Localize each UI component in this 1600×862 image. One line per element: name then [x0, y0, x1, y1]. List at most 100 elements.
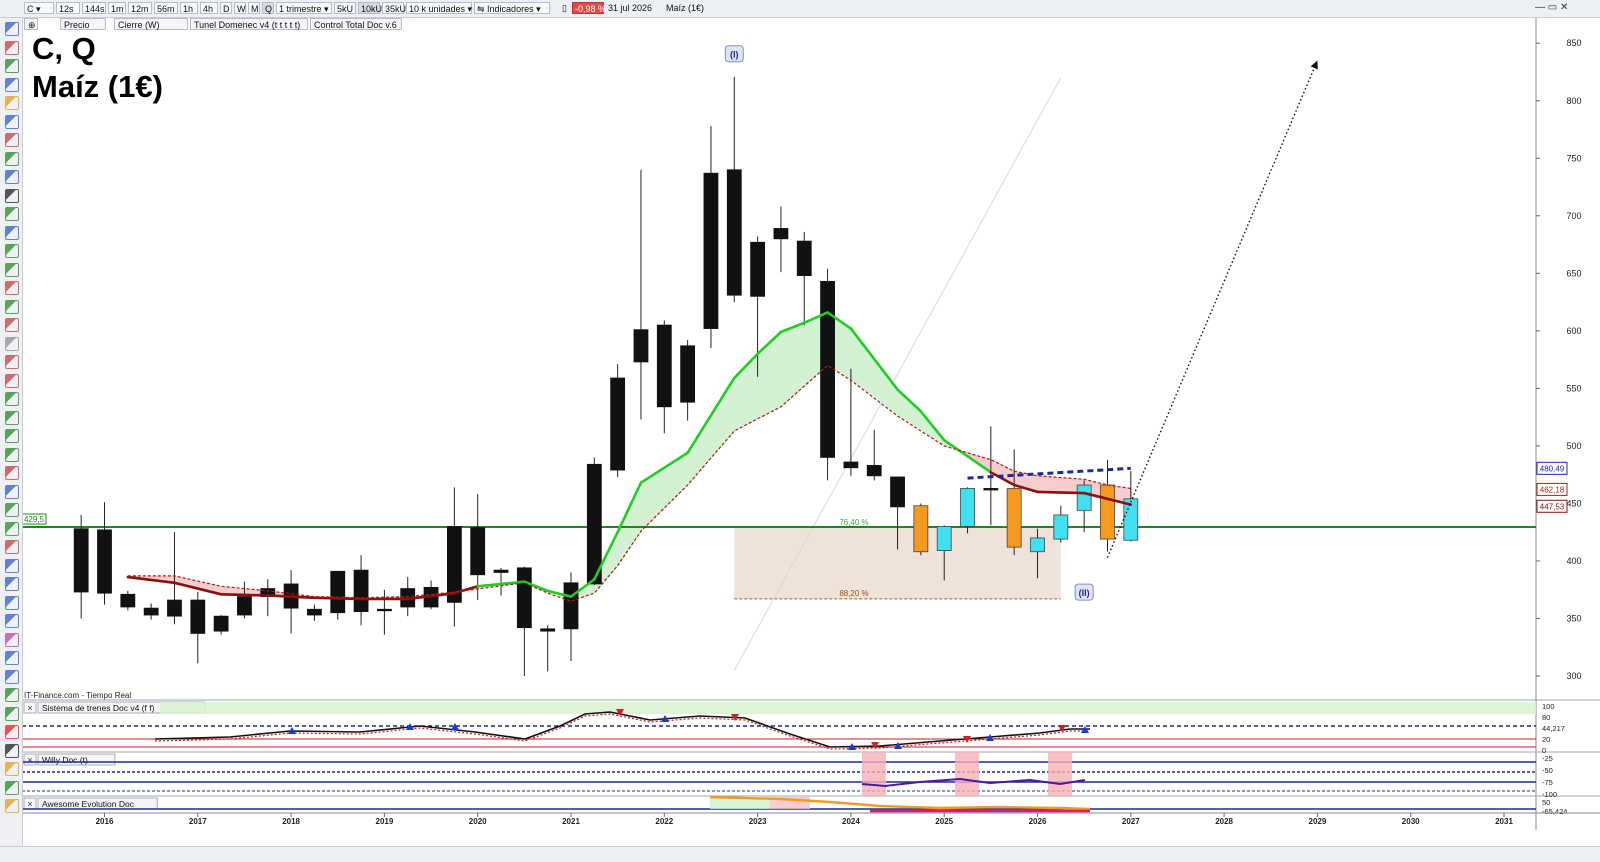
- candle-body[interactable]: [214, 616, 228, 631]
- candle-body[interactable]: [937, 526, 951, 550]
- candle-body[interactable]: [121, 594, 135, 607]
- candle-body[interactable]: [1100, 485, 1114, 539]
- units-10kU[interactable]: 10kU: [358, 2, 380, 14]
- drawing-tool-36-icon[interactable]: [5, 670, 19, 684]
- drawing-tool-19-icon[interactable]: [5, 355, 19, 369]
- candle-body[interactable]: [704, 173, 718, 328]
- timeframe-1m[interactable]: 1m: [108, 2, 126, 14]
- drawing-tool-28-icon[interactable]: [5, 522, 19, 536]
- drawing-tool-37-icon[interactable]: [5, 688, 19, 702]
- candle-body[interactable]: [681, 346, 695, 402]
- drawing-tool-29-icon[interactable]: [5, 540, 19, 554]
- candle-body[interactable]: [167, 600, 181, 616]
- drawing-tool-1-icon[interactable]: [5, 22, 19, 36]
- bottom-scrollbar[interactable]: [0, 846, 1600, 862]
- drawing-tool-7-icon[interactable]: [5, 133, 19, 147]
- timeframe-1h[interactable]: 1h: [180, 2, 198, 14]
- drawing-tool-41-icon[interactable]: [5, 762, 19, 776]
- candle-body[interactable]: [1077, 485, 1091, 510]
- timeframe-12m[interactable]: 12m: [128, 2, 152, 14]
- candle-body[interactable]: [727, 170, 741, 295]
- candle-body[interactable]: [564, 583, 578, 629]
- drawing-tool-8-icon[interactable]: [5, 152, 19, 166]
- drawing-tool-40-icon[interactable]: [5, 744, 19, 758]
- legend-tunnel[interactable]: Tunel Domenec v4 (t t t t t): [190, 18, 308, 30]
- candle-body[interactable]: [844, 462, 858, 468]
- price-chart[interactable]: 30035040045050055060065070075080085076,4…: [0, 0, 1600, 861]
- drawing-tool-24-icon[interactable]: [5, 448, 19, 462]
- candle-body[interactable]: [1054, 515, 1068, 539]
- drawing-tool-39-icon[interactable]: [5, 725, 19, 739]
- drawing-tool-17-icon[interactable]: [5, 318, 19, 332]
- candle-body[interactable]: [74, 529, 88, 592]
- drawing-tool-27-icon[interactable]: [5, 503, 19, 517]
- drawing-tool-43-icon[interactable]: [5, 799, 19, 813]
- candle-body[interactable]: [237, 597, 251, 615]
- drawing-tool-2-icon[interactable]: [5, 41, 19, 55]
- date-label[interactable]: 31 jul 2026: [606, 2, 662, 14]
- timeframe-Q[interactable]: Q: [262, 2, 274, 14]
- timeframe-M[interactable]: M: [248, 2, 260, 14]
- candle-body[interactable]: [797, 241, 811, 276]
- candle-body[interactable]: [914, 506, 928, 552]
- units-5kU[interactable]: 5kU: [334, 2, 356, 14]
- candle-body[interactable]: [774, 228, 788, 238]
- symbol-select[interactable]: C ▾: [24, 2, 54, 14]
- timeframe-144s[interactable]: 144s: [82, 2, 106, 14]
- period-select[interactable]: 1 trimestre ▾: [276, 2, 332, 14]
- indicators-button[interactable]: ⇋ Indicadores ▾: [474, 2, 550, 14]
- candle-body[interactable]: [587, 464, 601, 584]
- drawing-tool-25-icon[interactable]: [5, 466, 19, 480]
- candle-body[interactable]: [191, 600, 205, 633]
- candle-body[interactable]: [377, 609, 391, 611]
- drawing-tool-9-icon[interactable]: [5, 170, 19, 184]
- candle-body[interactable]: [611, 378, 625, 470]
- candle-body[interactable]: [144, 608, 158, 615]
- toggle-icon[interactable]: ▯: [560, 2, 570, 14]
- drawing-tool-33-icon[interactable]: [5, 614, 19, 628]
- candle-body[interactable]: [307, 609, 321, 615]
- drawing-tool-10-icon[interactable]: [5, 189, 19, 203]
- units-35kU[interactable]: 35kU: [382, 2, 404, 14]
- timeframe-56m[interactable]: 56m: [154, 2, 178, 14]
- legend-close[interactable]: Cierre (W): [114, 18, 188, 30]
- candle-body[interactable]: [891, 477, 905, 507]
- timeframe-W[interactable]: W: [234, 2, 246, 14]
- candle-body[interactable]: [1007, 488, 1021, 547]
- candle-body[interactable]: [984, 488, 998, 490]
- candle-body[interactable]: [1031, 538, 1045, 552]
- drawing-tool-18-icon[interactable]: [5, 337, 19, 351]
- drawing-tool-5-icon[interactable]: [5, 96, 19, 110]
- change-badge[interactable]: -0,98 %: [572, 2, 604, 14]
- drawing-tool-31-icon[interactable]: [5, 577, 19, 591]
- timeframe-12s[interactable]: 12s: [56, 2, 80, 14]
- candle-body[interactable]: [657, 325, 671, 407]
- drawing-tool-32-icon[interactable]: [5, 596, 19, 610]
- units-select[interactable]: 10 k unidades ▾: [406, 2, 472, 14]
- candle-body[interactable]: [961, 488, 975, 526]
- legend-price[interactable]: Precio: [60, 18, 106, 30]
- candle-body[interactable]: [331, 571, 345, 612]
- add-indicator-icon[interactable]: ⊕: [24, 18, 38, 30]
- legend-control-total[interactable]: Control Total Doc v.6: [310, 18, 402, 30]
- drawing-tool-11-icon[interactable]: [5, 207, 19, 221]
- drawing-tool-13-icon[interactable]: [5, 244, 19, 258]
- candle-body[interactable]: [494, 570, 508, 572]
- drawing-tool-34-icon[interactable]: [5, 633, 19, 647]
- drawing-tool-42-icon[interactable]: [5, 781, 19, 795]
- drawing-tool-22-icon[interactable]: [5, 411, 19, 425]
- drawing-tool-6-icon[interactable]: [5, 115, 19, 129]
- drawing-tool-4-icon[interactable]: [5, 78, 19, 92]
- drawing-tool-30-icon[interactable]: [5, 559, 19, 573]
- drawing-tool-3-icon[interactable]: [5, 59, 19, 73]
- candle-body[interactable]: [751, 242, 765, 296]
- drawing-tool-12-icon[interactable]: [5, 226, 19, 240]
- drawing-tool-16-icon[interactable]: [5, 300, 19, 314]
- drawing-tool-38-icon[interactable]: [5, 707, 19, 721]
- drawing-tool-20-icon[interactable]: [5, 374, 19, 388]
- drawing-tool-23-icon[interactable]: [5, 429, 19, 443]
- timeframe-D[interactable]: D: [220, 2, 232, 14]
- candle-body[interactable]: [517, 568, 531, 628]
- candle-body[interactable]: [634, 330, 648, 362]
- candle-body[interactable]: [541, 629, 555, 631]
